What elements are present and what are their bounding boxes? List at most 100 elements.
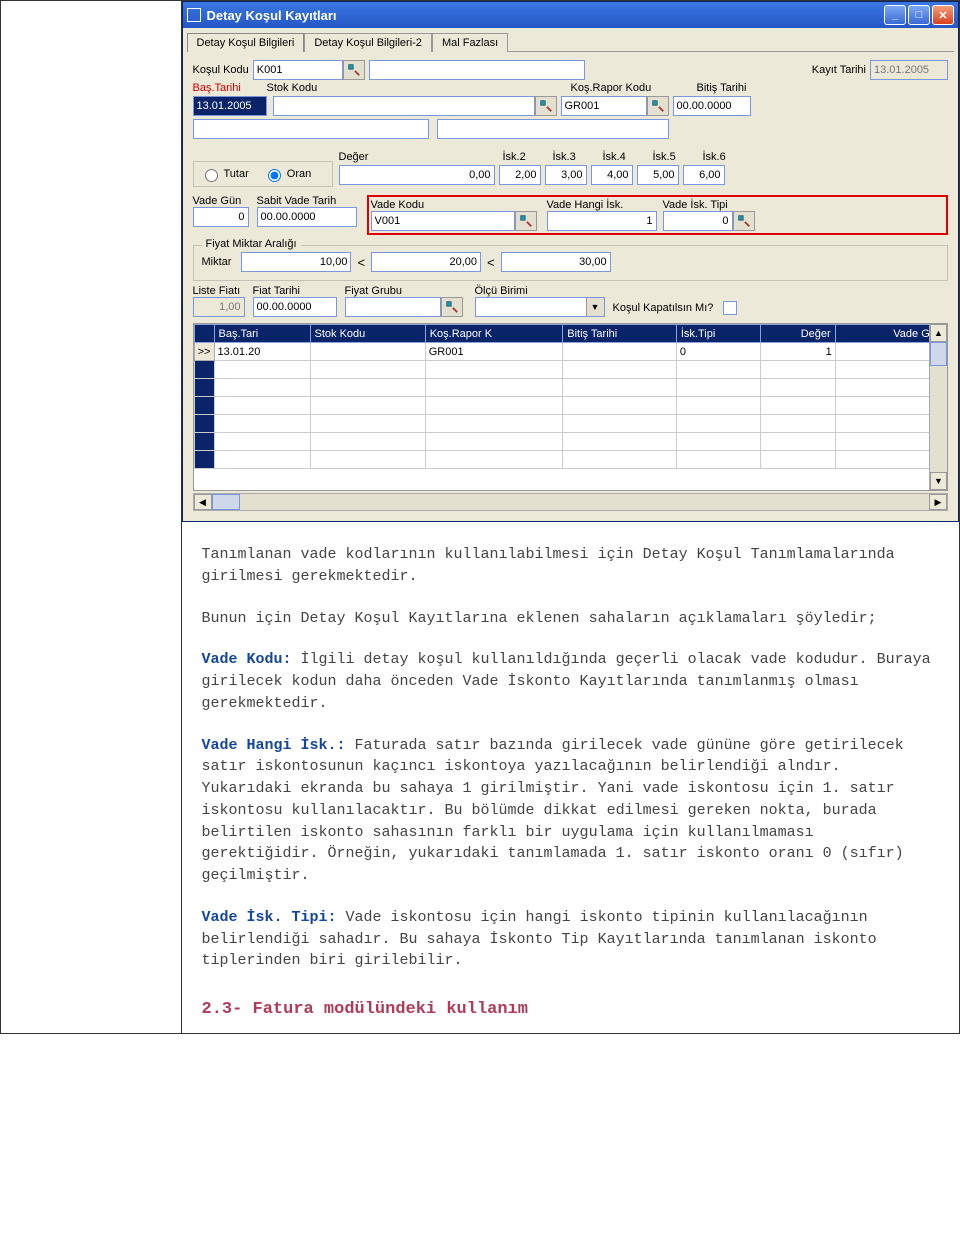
label-kos-rapor-kodu: Koş.Rapor Kodu: [571, 82, 693, 94]
label-vade-gun: Vade Gün: [193, 195, 249, 207]
label-isk5: İsk.5: [653, 151, 699, 163]
label-kosul-kodu: Koşul Kodu: [193, 64, 249, 76]
legend-fiyat-miktar: Fiyat Miktar Aralığı: [202, 238, 301, 250]
checkbox-kosul-kapatilsin[interactable]: [723, 301, 737, 315]
label-liste-fiati: Liste Fiatı: [193, 285, 245, 297]
radio-tutar-input[interactable]: [205, 169, 218, 182]
scroll-left-icon[interactable]: ◀: [194, 494, 212, 510]
doc-term: Vade Hangi İsk.:: [202, 737, 346, 754]
input-bas-tarihi[interactable]: [193, 96, 267, 116]
gridcol-isk-tipi[interactable]: İsk.Tipi: [676, 325, 760, 343]
lookup-stok-kodu[interactable]: [535, 96, 557, 116]
input-isk6[interactable]: [683, 165, 725, 185]
gridcol-stok-kodu[interactable]: Stok Kodu: [310, 325, 425, 343]
label-vade-kodu: Vade Kodu: [371, 199, 543, 211]
maximize-button[interactable]: □: [908, 5, 930, 25]
section-heading: 2.3- Fatura modülündeki kullanım: [202, 998, 940, 1023]
tab-mal-fazlasi[interactable]: Mal Fazlası: [432, 33, 508, 52]
label-kosul-kapatilsin: Koşul Kapatılsın Mı?: [613, 302, 714, 314]
radio-tutar[interactable]: Tutar: [200, 166, 249, 182]
grid-header-row: Baş.Tari Stok Kodu Koş.Rapor K Bitiş Tar…: [194, 325, 947, 343]
input-isk4[interactable]: [591, 165, 633, 185]
input-wide-2[interactable]: [437, 119, 669, 139]
input-sabit-vade-tarih[interactable]: [257, 207, 357, 227]
doc-paragraph: Tanımlanan vade kodlarının kullanılabilm…: [202, 544, 940, 588]
gridcol-bas-tarihi[interactable]: Baş.Tari: [214, 325, 310, 343]
scroll-thumb[interactable]: [930, 342, 947, 366]
table-row[interactable]: [194, 433, 947, 451]
table-row[interactable]: [194, 379, 947, 397]
label-stok-kodu: Stok Kodu: [267, 82, 567, 94]
label-isk6: İsk.6: [703, 151, 749, 163]
input-isk2[interactable]: [499, 165, 541, 185]
table-row[interactable]: >> 13.01.20 GR001 0 1 30: [194, 343, 947, 361]
grid-vertical-scrollbar[interactable]: ▲ ▼: [929, 324, 947, 490]
close-button[interactable]: ✕: [932, 5, 954, 25]
label-olcu-birimi: Ölçü Birimi: [475, 285, 601, 297]
input-isk5[interactable]: [637, 165, 679, 185]
radio-oran[interactable]: Oran: [263, 166, 311, 182]
scroll-up-icon[interactable]: ▲: [930, 324, 947, 342]
input-bitis-tarihi[interactable]: [673, 96, 751, 116]
doc-paragraph: Bunun için Detay Koşul Kayıtlarına eklen…: [202, 608, 940, 630]
input-stok-kodu[interactable]: [273, 96, 535, 116]
label-sabit-vade-tarih: Sabit Vade Tarih: [257, 195, 357, 207]
table-row[interactable]: [194, 397, 947, 415]
input-kos-rapor-kodu[interactable]: [561, 96, 647, 116]
data-grid[interactable]: Baş.Tari Stok Kodu Koş.Rapor K Bitiş Tar…: [193, 323, 949, 491]
input-fiat-tarihi[interactable]: [253, 297, 337, 317]
gridcol-bitis-tarihi[interactable]: Bitiş Tarihi: [563, 325, 677, 343]
input-isk3[interactable]: [545, 165, 587, 185]
label-isk2: İsk.2: [503, 151, 549, 163]
input-vade-isk-tipi[interactable]: [663, 211, 733, 231]
tab-detay-kosul-bilgileri[interactable]: Detay Koşul Bilgileri: [187, 33, 305, 52]
hscroll-thumb[interactable]: [212, 494, 240, 510]
window-detay-kosul: Detay Koşul Kayıtları _ □ ✕ Detay Koşul …: [182, 1, 960, 522]
input-miktar2[interactable]: [371, 252, 481, 272]
lookup-vade-kodu[interactable]: [515, 211, 537, 231]
table-row[interactable]: [194, 415, 947, 433]
input-wide-1[interactable]: [193, 119, 429, 139]
tabstrip: Detay Koşul Bilgileri Detay Koşul Bilgil…: [183, 28, 959, 51]
input-kosul-aciklama[interactable]: [369, 60, 585, 80]
input-miktar1[interactable]: [241, 252, 351, 272]
hscroll-track[interactable]: [212, 494, 930, 510]
label-vade-hangi-isk: Vade Hangi İsk.: [547, 199, 659, 211]
titlebar[interactable]: Detay Koşul Kayıtları _ □ ✕: [183, 2, 959, 28]
lookup-vade-isk-tipi[interactable]: [733, 211, 755, 231]
label-fiat-tarihi: Fiat Tarihi: [253, 285, 337, 297]
window-title: Detay Koşul Kayıtları: [207, 8, 885, 23]
scroll-right-icon[interactable]: ▶: [929, 494, 947, 510]
tab-detay-kosul-bilgileri-2[interactable]: Detay Koşul Bilgileri-2: [304, 33, 432, 52]
lookup-kos-rapor-kodu[interactable]: [647, 96, 669, 116]
input-miktar3[interactable]: [501, 252, 611, 272]
gridcol-deger[interactable]: Değer: [760, 325, 835, 343]
row-marker[interactable]: >>: [194, 343, 214, 361]
lt-1: <: [357, 255, 365, 270]
label-kayit-tarihi: Kayıt Tarihi: [812, 64, 866, 76]
table-row[interactable]: [194, 451, 947, 469]
minimize-button[interactable]: _: [884, 5, 906, 25]
input-vade-kodu[interactable]: [371, 211, 515, 231]
input-kosul-kodu[interactable]: [253, 60, 343, 80]
input-vade-hangi-isk[interactable]: [547, 211, 657, 231]
gridcol-kos-rapor[interactable]: Koş.Rapor K: [425, 325, 563, 343]
grid-horizontal-scrollbar[interactable]: ◀ ▶: [193, 493, 949, 511]
radio-group-tutar-oran: Tutar Oran: [193, 161, 333, 187]
lt-2: <: [487, 255, 495, 270]
input-fiyat-grubu[interactable]: [345, 297, 441, 317]
label-vade-isk-tipi: Vade İsk. Tipi: [663, 199, 765, 211]
input-vade-gun[interactable]: [193, 207, 249, 227]
input-deger[interactable]: [339, 165, 495, 185]
doc-left-margin: [1, 1, 181, 1033]
doc-paragraph: Vade Kodu: İlgili detay koşul kullanıldı…: [202, 649, 940, 714]
select-olcu-birimi[interactable]: ▼: [475, 297, 605, 317]
lookup-kosul-kodu[interactable]: [343, 60, 365, 80]
scroll-down-icon[interactable]: ▼: [930, 472, 947, 490]
table-row[interactable]: [194, 361, 947, 379]
document-body: Tanımlanan vade kodlarının kullanılabilm…: [182, 522, 960, 1033]
radio-oran-input[interactable]: [268, 169, 281, 182]
chevron-down-icon: ▼: [586, 298, 604, 316]
lookup-fiyat-grubu[interactable]: [441, 297, 463, 317]
label-bitis-tarihi: Bitiş Tarihi: [697, 82, 747, 94]
